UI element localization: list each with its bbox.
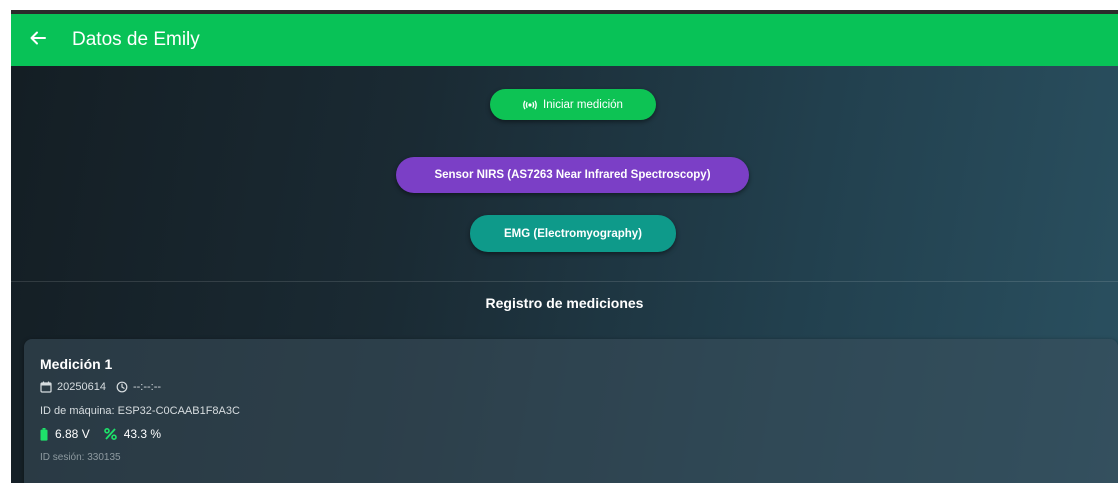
measurement-card[interactable]: Medición 1 20250614 --:--:-- ID de máqui…: [24, 339, 1118, 483]
page-title: Datos de Emily: [72, 29, 200, 50]
session-id: ID sesión: 330135: [40, 452, 121, 463]
measurement-datetime-row: 20250614 --:--:--: [40, 381, 161, 393]
percent-icon: [103, 428, 117, 440]
sensor-signal-icon: [523, 99, 537, 110]
measurement-date: 20250614: [57, 381, 106, 393]
app-screen: Datos de Emily Iniciar medición Sensor N…: [0, 0, 1118, 483]
back-button[interactable]: [18, 20, 58, 60]
battery-icon: [40, 427, 48, 441]
emg-label: EMG (Electromyography): [503, 227, 643, 240]
start-measurement-button[interactable]: Iniciar medición: [490, 89, 656, 120]
app-bar: Datos de Emily: [11, 14, 1118, 66]
measurement-time: --:--:--: [132, 381, 162, 393]
clock-icon: [116, 381, 128, 393]
section-divider: [11, 281, 1118, 282]
start-measurement-label: Iniciar medición: [543, 98, 623, 111]
nirs-sensor-button[interactable]: Sensor NIRS (AS7263 Near Infrared Spectr…: [396, 157, 749, 193]
measurement-title: Medición 1: [40, 356, 113, 372]
nirs-sensor-label: Sensor NIRS (AS7263 Near Infrared Spectr…: [434, 169, 711, 181]
arrow-left-icon: [29, 29, 47, 52]
emg-button[interactable]: EMG (Electromyography): [470, 215, 676, 252]
measurements-log-title: Registro de mediciones: [485, 295, 644, 311]
measurement-percent: 43.3 %: [123, 427, 162, 441]
main-content: Iniciar medición Sensor NIRS (AS7263 Nea…: [11, 66, 1118, 483]
calendar-icon: [40, 381, 52, 393]
battery-voltage: 6.88 V: [55, 427, 90, 441]
machine-id: ID de máquina: ESP32-C0CAAB1F8A3C: [40, 405, 240, 417]
measurement-metrics-row: 6.88 V 43.3 %: [40, 427, 161, 441]
